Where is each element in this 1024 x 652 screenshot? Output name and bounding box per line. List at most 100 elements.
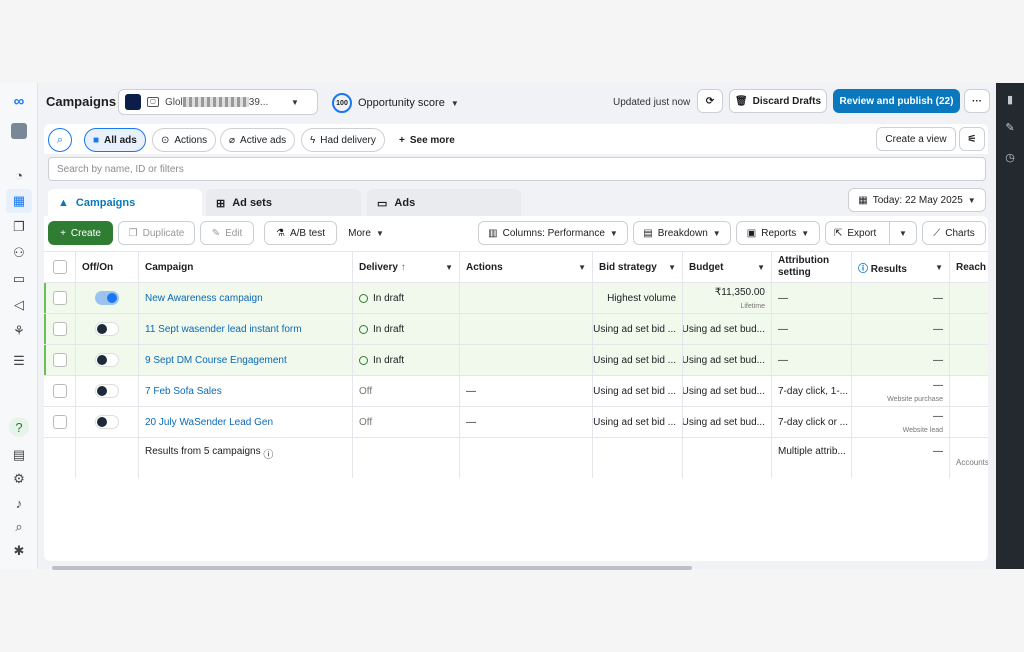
select-all-checkbox[interactable] — [52, 260, 67, 274]
columns-button[interactable]: ▥ Columns: Performance ▼ — [478, 221, 628, 245]
notes-icon[interactable]: ▤ — [9, 445, 29, 465]
col-reach[interactable]: Reach — [950, 252, 988, 282]
filter-all-ads[interactable]: ■ All ads — [84, 128, 146, 152]
row-checkbox[interactable] — [52, 291, 67, 305]
col-bid-strategy[interactable]: Bid strategy ▼ — [593, 252, 683, 282]
pencil-icon: ✎ — [211, 227, 221, 239]
toggle-knob — [107, 293, 117, 303]
campaign-name-link[interactable]: 20 July WaSender Lead Gen — [145, 417, 273, 428]
chevron-down-icon: ▼ — [375, 228, 384, 238]
more-button[interactable]: More ▼ — [342, 221, 390, 245]
campaign-toggle[interactable] — [95, 384, 119, 398]
bug-icon[interactable]: ✱ — [9, 541, 29, 561]
campaign-name-link[interactable]: 11 Sept wasender lead instant form — [145, 324, 302, 335]
filter-active-ads[interactable]: ⌀ Active ads — [220, 128, 296, 152]
filter-settings-button[interactable]: ⚟ — [959, 127, 985, 151]
duplicate-button[interactable]: ❐ Duplicate — [118, 221, 195, 245]
search-icon[interactable]: ⌕ — [9, 517, 29, 537]
dashboard-icon[interactable]: ◔ — [9, 165, 29, 185]
table-row[interactable]: 9 Sept DM Course Engagement In draft Using… — [44, 345, 988, 376]
date-range-selector[interactable]: ▦ Today: 22 May 2025 ▼ — [848, 188, 986, 212]
row-checkbox[interactable] — [52, 384, 67, 398]
breakdown-button[interactable]: ▤ Breakdown ▼ — [633, 221, 731, 245]
megaphone-icon[interactable]: ◁ — [9, 295, 29, 315]
edit-button[interactable]: ✎ Edit — [200, 221, 254, 245]
updated-status: Updated just now — [613, 97, 691, 108]
gear-icon[interactable]: ⚙ — [9, 469, 29, 489]
table-row[interactable]: 11 Sept wasender lead instant form In dra… — [44, 314, 988, 345]
folder-icon: ■ — [93, 134, 100, 146]
create-view-button[interactable]: Create a view — [876, 127, 956, 151]
col-delivery[interactable]: Delivery ↑ ▼ — [353, 252, 460, 282]
tab-campaigns[interactable]: ▲ Campaigns — [48, 189, 202, 217]
campaigns-table-icon[interactable]: ▦ — [6, 189, 32, 213]
account-name: Glol 39... — [165, 96, 269, 108]
ab-test-button[interactable]: ⚗ A/B test — [264, 221, 337, 245]
tab-ads[interactable]: ▭ Ads — [367, 189, 521, 217]
bell-icon[interactable]: ♪ — [9, 493, 29, 513]
filter-actions[interactable]: ⊙ Actions — [152, 128, 217, 152]
more-options-button[interactable]: ··· — [964, 89, 990, 113]
search-toggle-button[interactable]: ⌕ — [48, 128, 72, 152]
billing-icon[interactable]: ▭ — [9, 269, 29, 289]
row-checkbox[interactable] — [52, 353, 67, 367]
campaign-name-link[interactable]: 7 Feb Sofa Sales — [145, 386, 222, 397]
campaign-toggle[interactable] — [95, 322, 119, 336]
row-checkbox[interactable] — [52, 322, 67, 336]
chevron-down-icon: ▼ — [668, 262, 676, 272]
campaign-toggle[interactable] — [95, 415, 119, 429]
pages-icon[interactable]: ❐ — [9, 217, 29, 237]
filter-had-delivery[interactable]: ϟ Had delivery — [301, 128, 385, 152]
col-results[interactable]: ⓘ Results ▼ — [852, 252, 950, 282]
table-row[interactable]: New Awareness campaign In draft Highest vo… — [44, 283, 988, 314]
campaign-toggle[interactable] — [95, 291, 119, 305]
summary-label: Results from 5 campaigns — [145, 446, 261, 457]
campaign-toggle[interactable] — [95, 353, 119, 367]
see-more-button[interactable]: + See more — [391, 128, 463, 152]
col-actions[interactable]: Actions ▼ — [460, 252, 593, 282]
table-row[interactable]: 7 Feb Sofa Sales Off — Using ad set bid ...… — [44, 376, 988, 407]
search-input[interactable]: Search by name, ID or filters — [48, 157, 986, 181]
reports-button[interactable]: ▣ Reports ▼ — [736, 221, 820, 245]
create-button[interactable]: + Create — [48, 221, 113, 245]
col-budget[interactable]: Budget ▼ — [683, 252, 772, 282]
toggle-knob — [97, 386, 107, 396]
col-offon[interactable]: Off/On — [76, 252, 139, 282]
meta-logo-icon[interactable]: ∞ — [9, 91, 29, 111]
account-avatar[interactable] — [9, 121, 29, 141]
draft-status-icon — [359, 324, 368, 334]
review-publish-button[interactable]: Review and publish (22) — [833, 89, 960, 113]
budget-value: Using ad set bud... — [683, 385, 765, 397]
menu-icon[interactable]: ☰ — [9, 351, 29, 371]
account-selector[interactable]: ▢ Glol 39... ▼ — [118, 89, 318, 115]
delivery-status: In draft — [373, 354, 405, 366]
sort-up-icon: ↑ — [400, 261, 406, 273]
opportunity-score[interactable]: 100 Opportunity score ▼ — [332, 93, 459, 113]
history-icon[interactable]: ◷ — [1004, 151, 1016, 164]
campaign-name-link[interactable]: 9 Sept DM Course Engagement — [145, 355, 287, 366]
col-attribution[interactable]: Attribution setting — [772, 252, 852, 282]
refresh-button[interactable]: ⟳ — [697, 89, 723, 113]
audiences-icon[interactable]: ⚇ — [9, 243, 29, 263]
insights-icon[interactable]: ▮ — [1004, 93, 1016, 106]
campaign-name-link[interactable]: New Awareness campaign — [145, 293, 263, 304]
discard-drafts-button[interactable]: 🗑 Discard Drafts — [729, 89, 827, 113]
col-campaign[interactable]: Campaign — [139, 252, 353, 282]
summary-row: Results from 5 campaigns ⓘ Multiple attr… — [44, 438, 988, 478]
export-dropdown-button[interactable]: ▼ — [889, 221, 917, 245]
chevron-down-icon: ▼ — [609, 228, 618, 238]
horizontal-scrollbar[interactable] — [52, 566, 692, 570]
actions-icon: ⊙ — [161, 134, 170, 146]
delivery-status: Off — [359, 385, 373, 397]
charts-button[interactable]: ⟋ Charts — [922, 221, 986, 245]
tab-ad-sets[interactable]: ⊞ Ad sets — [206, 189, 361, 217]
opportunity-score-label: Opportunity score — [358, 97, 445, 109]
bid-strategy-value: Using ad set bid ... — [593, 354, 676, 366]
plus-icon: + — [399, 134, 405, 146]
draft-status-icon — [359, 355, 368, 365]
table-row[interactable]: 20 July WaSender Lead Gen Off — Using ad se… — [44, 407, 988, 438]
events-icon[interactable]: ⚘ — [9, 321, 29, 341]
pencil-icon[interactable]: ✎ — [1004, 121, 1016, 134]
row-checkbox[interactable] — [52, 415, 67, 429]
help-icon[interactable]: ? — [9, 417, 29, 437]
